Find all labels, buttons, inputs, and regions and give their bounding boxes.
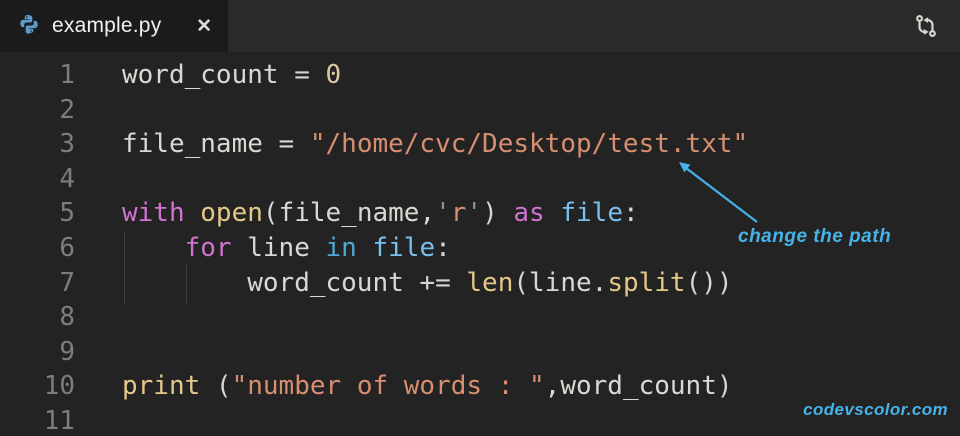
code-line[interactable]: 8: [0, 300, 960, 335]
code-text: print ("number of words : ",word_count): [122, 371, 733, 402]
line-number[interactable]: 10: [0, 369, 75, 404]
tab-title: example.py: [52, 14, 162, 37]
indent-guide: [186, 265, 187, 305]
code-text: with open(file_name,'r') as file:: [122, 198, 639, 229]
line-number[interactable]: 9: [0, 335, 75, 370]
line-number[interactable]: 5: [0, 196, 75, 231]
code-line[interactable]: 4: [0, 162, 960, 197]
close-icon[interactable]: ✕: [196, 17, 212, 36]
line-number[interactable]: 2: [0, 93, 75, 128]
watermark: codevscolor.com: [803, 400, 948, 419]
line-number[interactable]: 3: [0, 127, 75, 162]
line-number[interactable]: 8: [0, 300, 75, 335]
code-line[interactable]: 3 file_name = "/home/cvc/Desktop/test.txt…: [0, 127, 960, 162]
code-line[interactable]: 10 print ("number of words : ",word_count…: [0, 369, 960, 404]
code-text: word_count += len(line.split()): [247, 267, 733, 298]
code-line[interactable]: 7 word_count += len(line.split()): [0, 266, 960, 301]
tab-bar: example.py ✕: [0, 0, 960, 52]
editor-actions: [912, 0, 960, 52]
editor-pane[interactable]: 1 word_count = 0 2 3 file_name = "/home/cvc/…: [0, 52, 960, 436]
line-number[interactable]: 6: [0, 231, 75, 266]
code-line[interactable]: 2: [0, 93, 960, 128]
sync-arrows-icon[interactable]: [912, 12, 940, 40]
python-file-icon: [18, 13, 40, 40]
line-number[interactable]: 4: [0, 162, 75, 197]
line-number[interactable]: 11: [0, 404, 75, 436]
code-line[interactable]: 1 word_count = 0: [0, 58, 960, 93]
line-number[interactable]: 7: [0, 266, 75, 301]
code-text: file_name = "/home/cvc/Desktop/test.txt": [122, 129, 749, 160]
code-editor-window: example.py ✕ 1 word_count = 0 2 3 file_na: [0, 0, 960, 436]
code-text: word_count = 0: [122, 60, 342, 90]
code-line[interactable]: 9: [0, 335, 960, 370]
indent-guide: [124, 231, 125, 305]
code-text: for line in file:: [184, 232, 451, 263]
line-number[interactable]: 1: [0, 58, 75, 93]
annotation-change-the-path: change the path: [738, 226, 892, 247]
tab-example-py[interactable]: example.py ✕: [0, 0, 228, 52]
